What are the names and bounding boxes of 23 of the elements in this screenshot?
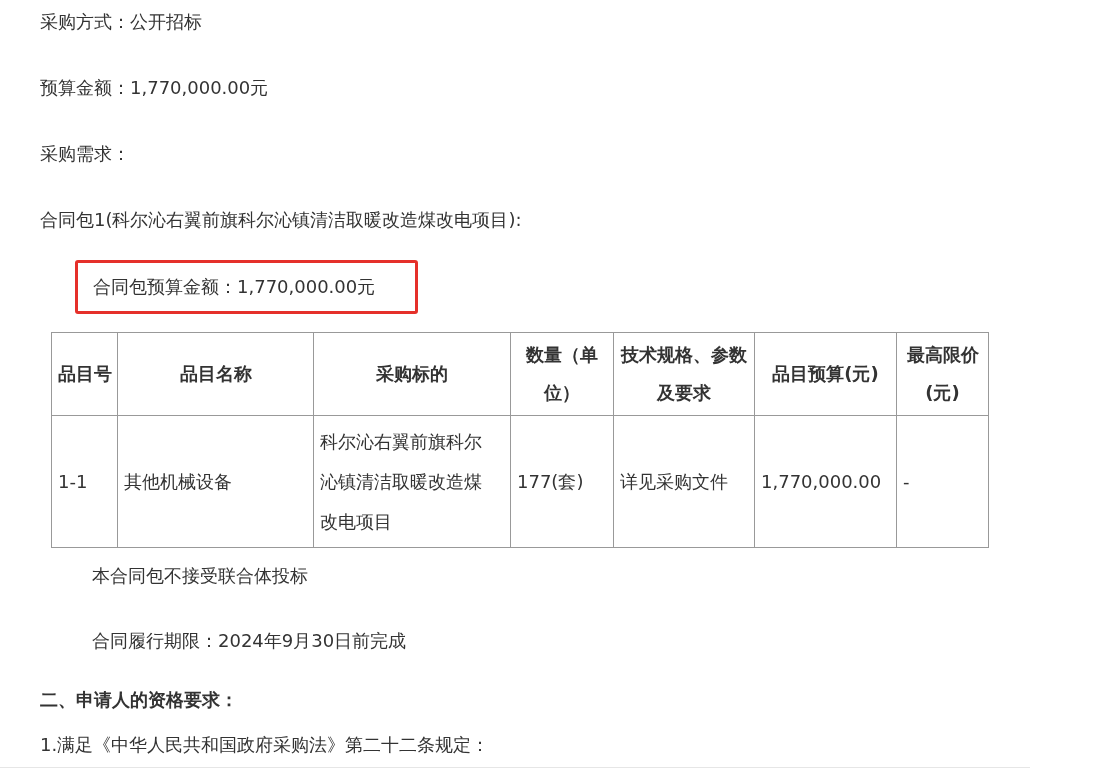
info-line: 预算金额：1,770,000.00元	[40, 76, 269, 100]
table-cell: 科尔沁右翼前旗科尔沁镇清洁取暖改造煤改电项目	[313, 415, 511, 548]
table-cell: 177(套)	[510, 415, 614, 548]
package-budget-highlight: 合同包预算金额：1,770,000.00元	[75, 260, 419, 314]
requirement-line: 1.满足《中华人民共和国政府采购法》第二十二条规定：	[40, 733, 490, 757]
column-header: 技术规格、参数及要求	[613, 332, 755, 416]
column-header: 数量（单位）	[510, 332, 614, 416]
info-line: 采购需求：	[40, 142, 130, 166]
info-line: 合同包1(科尔沁右翼前旗科尔沁镇清洁取暖改造煤改电项目):	[40, 208, 522, 232]
note-line: 本合同包不接受联合体投标	[92, 564, 308, 588]
table-cell: 1,770,000.00	[754, 415, 897, 548]
column-header: 品目名称	[117, 332, 314, 416]
table-cell: -	[896, 415, 989, 548]
column-header: 最高限价(元)	[896, 332, 989, 416]
note-line: 合同履行期限：2024年9月30日前完成	[92, 629, 407, 653]
column-header: 采购标的	[313, 332, 511, 416]
info-line: 采购方式：公开招标	[40, 10, 202, 34]
table-cell: 其他机械设备	[117, 415, 314, 548]
column-header: 品目预算(元)	[754, 332, 897, 416]
column-header: 品目号	[51, 332, 118, 416]
table-cell: 1-1	[51, 415, 118, 548]
table-cell: 详见采购文件	[613, 415, 755, 548]
section-heading: 二、申请人的资格要求：	[40, 688, 238, 712]
